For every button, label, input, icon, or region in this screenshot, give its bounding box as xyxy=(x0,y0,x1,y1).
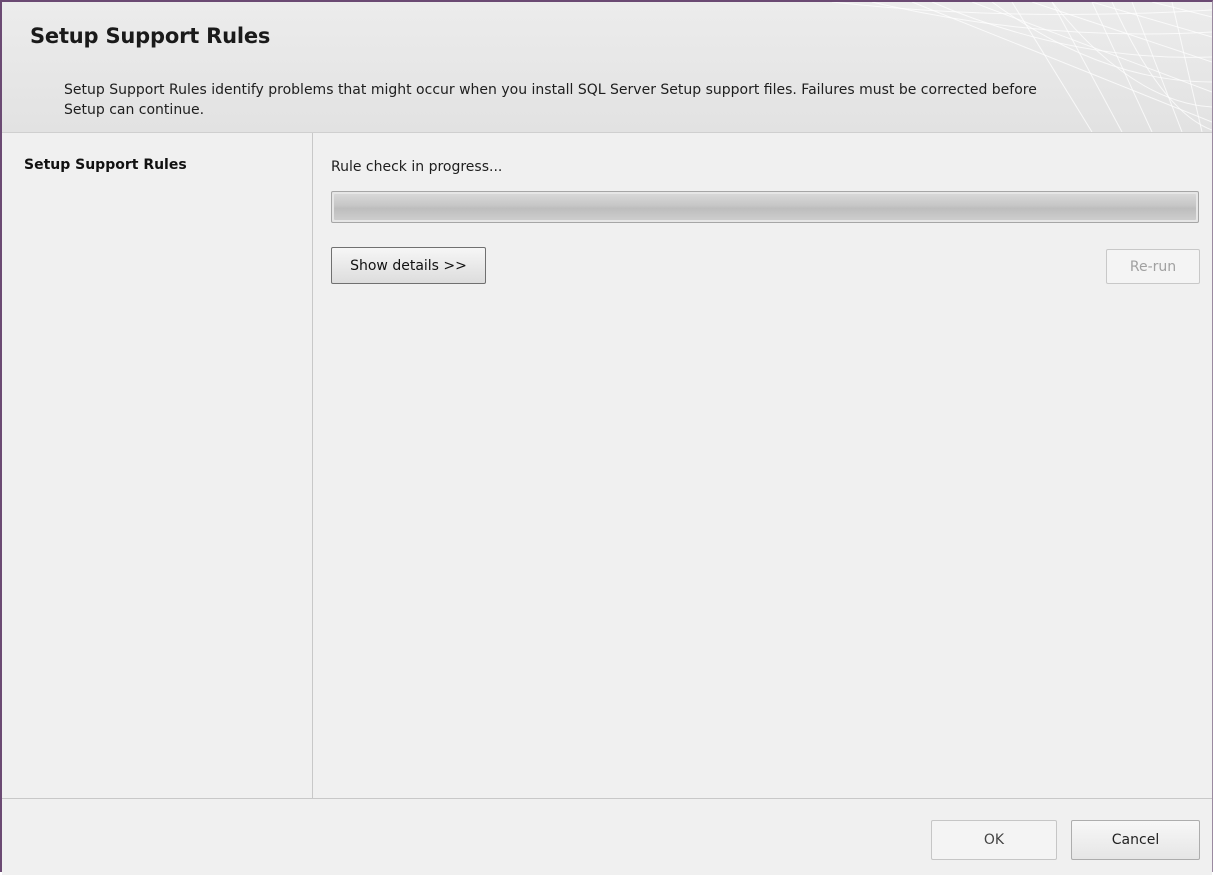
setup-window: Setup Support Rules Setup Support Rules … xyxy=(0,0,1213,875)
ok-button[interactable]: OK xyxy=(931,820,1057,860)
page-title: Setup Support Rules xyxy=(30,24,271,48)
rerun-button[interactable]: Re-run xyxy=(1106,249,1200,284)
progress-bar-fill xyxy=(334,194,1196,220)
header-banner: Setup Support Rules Setup Support Rules … xyxy=(2,2,1212,133)
page-description: Setup Support Rules identify problems th… xyxy=(64,82,1037,118)
status-text: Rule check in progress... xyxy=(331,159,503,175)
show-details-button[interactable]: Show details >> xyxy=(331,247,486,284)
progress-bar xyxy=(331,191,1199,223)
main-content: Rule check in progress... Show details >… xyxy=(313,133,1212,798)
nav-item-setup-support-rules[interactable]: Setup Support Rules xyxy=(24,157,187,173)
footer: OK Cancel xyxy=(2,798,1212,875)
cancel-button[interactable]: Cancel xyxy=(1071,820,1200,860)
step-navigation: Setup Support Rules xyxy=(2,133,313,798)
